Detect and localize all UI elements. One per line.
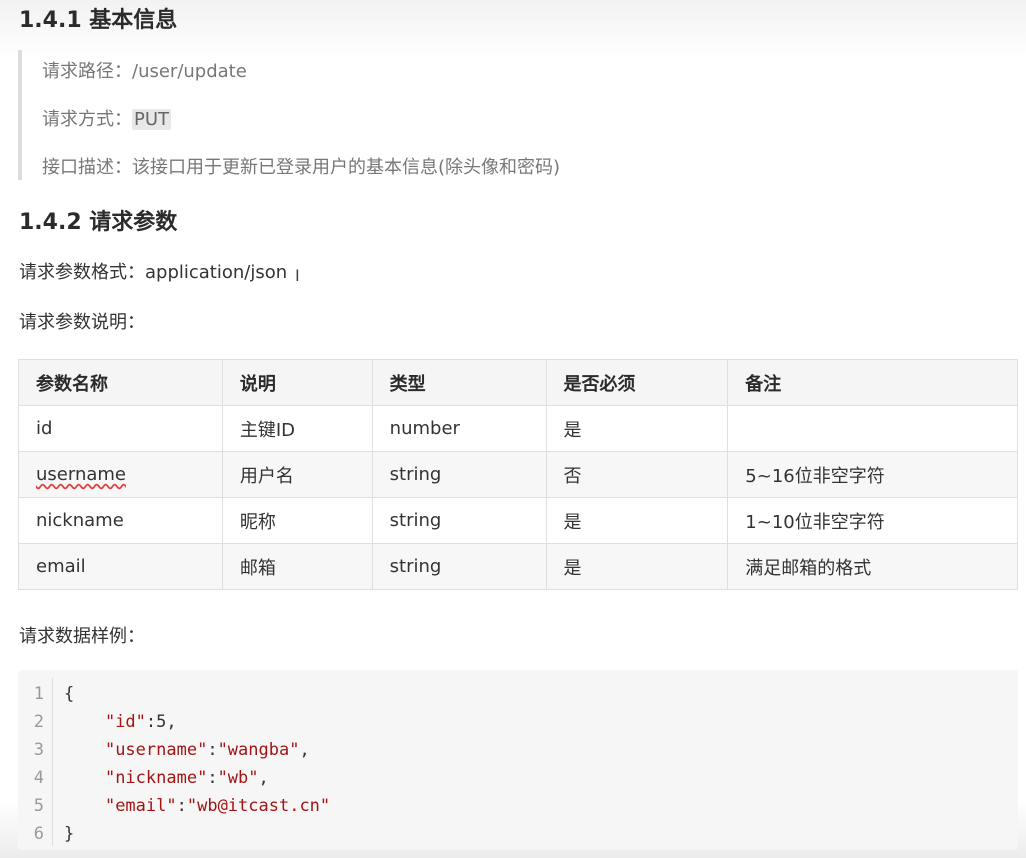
header-cell: 类型 bbox=[371, 359, 547, 406]
code-line: "username":"wangba", bbox=[64, 736, 330, 764]
basic-info-blockquote: 请求路径：/user/update 请求方式： PUT 接口描述：该接口用于更新已… bbox=[18, 50, 998, 180]
table-cell: string bbox=[371, 543, 547, 590]
code-token: : bbox=[145, 712, 157, 732]
request-method-line: 请求方式： PUT bbox=[42, 105, 172, 131]
code-line: "nickname":"wb", bbox=[64, 764, 330, 792]
header-cell: 参数名称 bbox=[18, 359, 223, 406]
code-line: "email":"wb@itcast.cn" bbox=[64, 792, 330, 820]
request-path-value: /user/update bbox=[132, 61, 247, 82]
code-key: "username" bbox=[104, 740, 208, 760]
table-cell: 否 bbox=[545, 451, 729, 498]
request-method-value: PUT bbox=[132, 109, 172, 130]
code-token: , bbox=[166, 712, 177, 732]
request-path-line: 请求路径：/user/update bbox=[42, 57, 247, 83]
line-number: 3 bbox=[33, 740, 44, 760]
param-format-text: 请求参数格式：application/json bbox=[19, 262, 288, 283]
heading-request-params: 1.4.2 请求参数 bbox=[19, 210, 178, 235]
table-header-row: 参数名称 说明 类型 是否必须 备注 bbox=[18, 359, 1018, 406]
code-token: } bbox=[64, 824, 75, 844]
table-cell: username bbox=[18, 451, 223, 498]
code-token: : bbox=[176, 796, 187, 816]
table-cell bbox=[727, 405, 1018, 452]
table-cell: 主键ID bbox=[221, 405, 373, 452]
code-key: "email" bbox=[104, 796, 177, 816]
line-number: 2 bbox=[33, 712, 44, 732]
request-path-label: 请求路径： bbox=[42, 61, 132, 82]
table-cell: 用户名 bbox=[221, 451, 373, 498]
code-value: "wb" bbox=[217, 768, 259, 788]
table-cell: 邮箱 bbox=[221, 543, 373, 590]
code-token: : bbox=[207, 740, 218, 760]
line-number-gutter: 1 2 3 4 5 6 bbox=[18, 680, 52, 848]
header-cell: 是否必须 bbox=[545, 359, 729, 406]
line-number: 4 bbox=[33, 768, 44, 788]
api-description-line: 接口描述：该接口用于更新已登录用户的基本信息(除头像和密码) bbox=[42, 153, 560, 179]
code-token: , bbox=[299, 740, 310, 760]
table-cell: string bbox=[371, 451, 547, 498]
code-value: "wangba" bbox=[217, 740, 300, 760]
code-token: : bbox=[207, 768, 218, 788]
table-cell: 是 bbox=[545, 543, 729, 590]
table-row: username 用户名 string 否 5~16位非空字符 bbox=[18, 451, 1018, 498]
line-number: 1 bbox=[33, 684, 44, 704]
table-cell: string bbox=[371, 497, 547, 544]
table-cell: 是 bbox=[545, 405, 729, 452]
table-cell: 昵称 bbox=[221, 497, 373, 544]
param-description-text: 请求参数说明： bbox=[19, 312, 145, 333]
header-cell: 备注 bbox=[727, 359, 1018, 406]
line-number: 6 bbox=[33, 824, 44, 844]
spellcheck-underlined-text: username bbox=[36, 464, 126, 485]
table-cell: 是 bbox=[545, 497, 729, 544]
params-table: 参数名称 说明 类型 是否必须 备注 id 主键ID number 是 user… bbox=[18, 359, 1018, 590]
table-cell: email bbox=[18, 543, 223, 590]
api-description-label: 接口描述： bbox=[42, 157, 132, 178]
table-cell: 1~10位非空字符 bbox=[727, 497, 1018, 544]
code-key: "nickname" bbox=[104, 768, 208, 788]
gutter-divider bbox=[52, 678, 53, 846]
table-cell: number bbox=[371, 405, 547, 452]
code-token: { bbox=[64, 684, 75, 704]
table-cell: id bbox=[18, 405, 223, 452]
sample-data-text: 请求数据样例： bbox=[19, 626, 145, 647]
code-lines: { "id":5, "username":"wangba", "nickname… bbox=[64, 680, 330, 848]
api-description-value: 该接口用于更新已登录用户的基本信息(除头像和密码) bbox=[132, 157, 561, 178]
request-method-label: 请求方式： bbox=[42, 109, 132, 130]
heading-basic-info: 1.4.1 基本信息 bbox=[19, 8, 178, 33]
code-token: , bbox=[258, 768, 269, 788]
text-cursor-icon: I bbox=[295, 266, 300, 285]
code-value: 5 bbox=[156, 712, 167, 732]
code-line: } bbox=[64, 820, 330, 848]
table-row: nickname 昵称 string 是 1~10位非空字符 bbox=[18, 497, 1018, 544]
table-row: email 邮箱 string 是 满足邮箱的格式 bbox=[18, 543, 1018, 590]
code-line: { bbox=[64, 680, 330, 708]
header-cell: 说明 bbox=[221, 359, 373, 406]
line-number: 5 bbox=[33, 796, 44, 816]
table-cell: nickname bbox=[18, 497, 223, 544]
table-cell: 满足邮箱的格式 bbox=[727, 543, 1018, 590]
code-line: "id":5, bbox=[64, 708, 330, 736]
table-row: id 主键ID number 是 bbox=[18, 405, 1018, 452]
code-value: "wb@itcast.cn" bbox=[186, 796, 331, 816]
document-page: 1.4.1 基本信息 请求路径：/user/update 请求方式： PUT 接口… bbox=[0, 0, 1026, 858]
code-block[interactable]: 1 2 3 4 5 6 { "id":5, "username":"wangba… bbox=[18, 670, 1018, 850]
table-cell: 5~16位非空字符 bbox=[727, 451, 1018, 498]
code-key: "id" bbox=[104, 712, 146, 732]
